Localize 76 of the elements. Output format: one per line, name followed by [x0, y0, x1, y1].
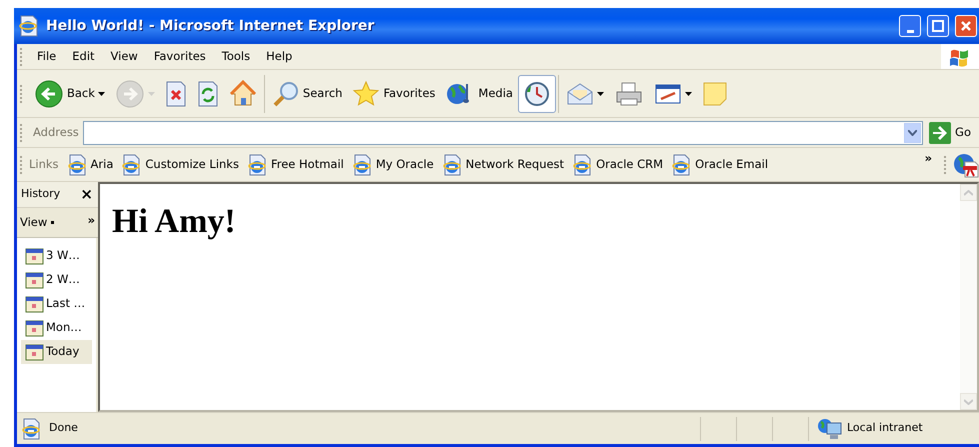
maximize-icon: [932, 20, 944, 32]
refresh-icon: [196, 80, 219, 106]
star-icon: [352, 80, 380, 108]
page-heading: Hi Amy!: [112, 202, 237, 242]
printer-icon: [614, 80, 644, 106]
page-icon: [246, 154, 267, 176]
link-button[interactable]: Network Request: [438, 152, 568, 178]
link-button[interactable]: Aria: [62, 152, 118, 178]
calendar-icon: [25, 296, 44, 312]
history-item[interactable]: Today: [21, 340, 92, 364]
calendar-icon: [25, 272, 44, 288]
link-button[interactable]: Free Hotmail: [242, 152, 348, 178]
page-icon: [572, 154, 592, 176]
zone-text: Local intranet: [847, 420, 923, 436]
address-label: Address: [33, 124, 79, 141]
stop-icon: [164, 80, 187, 106]
more-button[interactable]: »: [88, 212, 95, 230]
maximize-button[interactable]: [927, 15, 949, 37]
history-item[interactable]: Last …: [21, 292, 92, 316]
link-button[interactable]: Oracle CRM: [568, 152, 668, 178]
caret-icon: [148, 92, 155, 96]
page-icon: [21, 418, 41, 440]
app-icon: [18, 15, 40, 37]
window-title: Hello World! - Microsoft Internet Explorer: [46, 16, 376, 36]
scroll-up-icon: [964, 190, 973, 196]
more-links-button[interactable]: »: [920, 148, 936, 170]
network-computer-icon: [817, 416, 843, 440]
view-menu-button[interactable]: View: [20, 214, 48, 232]
history-item[interactable]: 3 W…: [21, 244, 92, 268]
caret-icon: [98, 92, 105, 96]
edit-window-icon: [654, 82, 682, 106]
media-button[interactable]: Media: [440, 74, 518, 112]
caret-icon: [684, 92, 692, 96]
sidebar-title: History: [21, 186, 60, 202]
links-label: Links: [29, 156, 59, 173]
status-text: Done: [49, 420, 78, 436]
search-icon: [272, 80, 300, 108]
page-icon: [66, 154, 87, 176]
search-button[interactable]: Search: [266, 74, 348, 112]
dropdown-icon: [908, 130, 918, 136]
caret-icon: [596, 92, 604, 96]
close-sidebar-button[interactable]: ×: [78, 187, 95, 202]
menu-item[interactable]: Tools: [214, 46, 258, 68]
scroll-down-icon: [964, 398, 973, 404]
favorites-button[interactable]: Favorites: [347, 74, 440, 112]
page-icon: [121, 154, 142, 176]
link-button[interactable]: Customize Links: [117, 152, 243, 178]
envelope-icon: [566, 82, 594, 106]
calendar-icon: [25, 320, 44, 336]
calendar-icon: [25, 344, 44, 360]
link-button[interactable]: My Oracle: [348, 152, 438, 178]
history-button[interactable]: [518, 74, 556, 112]
page-icon: [442, 154, 462, 176]
scrollbar[interactable]: [960, 184, 977, 410]
menu-item[interactable]: View: [102, 46, 146, 68]
caret-icon: [51, 221, 54, 224]
link-button[interactable]: Oracle Email: [667, 152, 772, 178]
close-button[interactable]: [955, 15, 977, 37]
menu-item[interactable]: Favorites: [146, 46, 214, 68]
history-item[interactable]: Mon…: [21, 316, 92, 340]
menu-item[interactable]: File: [29, 46, 64, 68]
back-button[interactable]: Back: [29, 74, 110, 114]
history-item[interactable]: 2 W…: [21, 268, 92, 292]
home-icon: [228, 80, 257, 108]
go-button[interactable]: Go: [927, 122, 973, 144]
globe-pdf-icon: [953, 152, 979, 178]
sticky-note-icon: [702, 80, 728, 106]
calendar-icon: [25, 248, 44, 264]
page-icon: [352, 154, 372, 176]
close-icon: [960, 20, 972, 32]
minimize-button[interactable]: [899, 15, 921, 37]
minimize-icon: [906, 30, 914, 32]
menu-item[interactable]: Help: [258, 46, 300, 68]
address-field[interactable]: [82, 120, 924, 144]
page-icon: [671, 154, 692, 176]
menu-item[interactable]: Edit: [64, 46, 103, 68]
